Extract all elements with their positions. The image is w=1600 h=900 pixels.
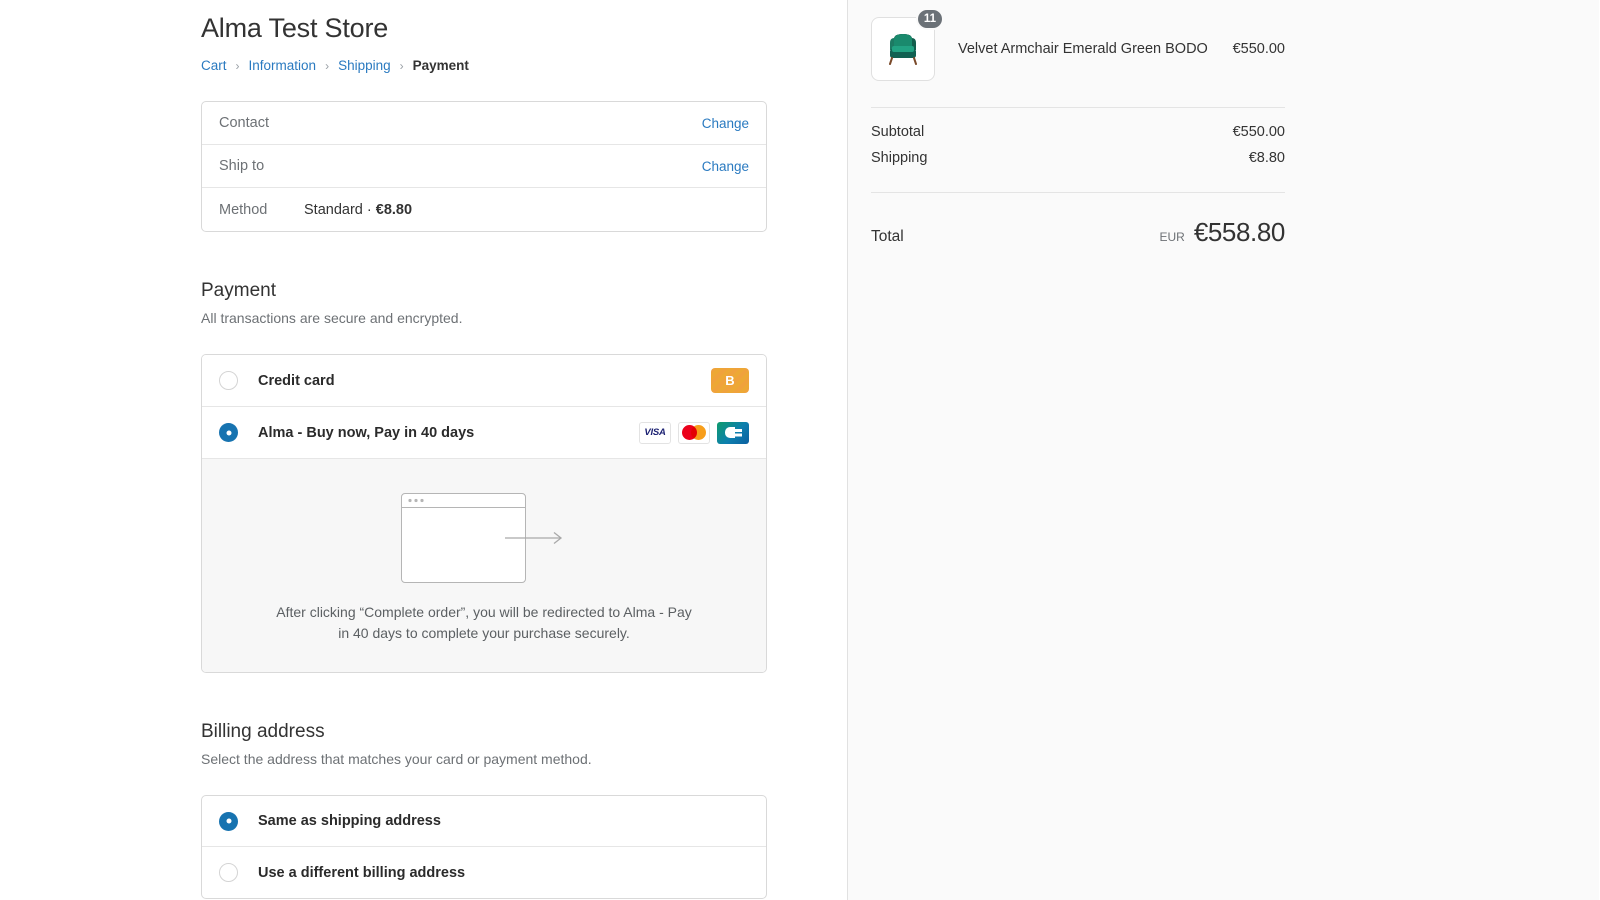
radio-same-as-shipping[interactable]	[219, 811, 238, 831]
summary-row-shipping: Shipping €8.80	[871, 150, 1285, 166]
summary-currency-code: EUR	[1159, 230, 1185, 244]
summary-total-amount: €558.80	[1193, 217, 1286, 247]
review-value-method: Standard · €8.80	[304, 202, 749, 218]
chevron-right-icon: ›	[235, 58, 240, 73]
order-review-card: Contact Change Ship to Change Method Sta…	[201, 101, 767, 232]
order-line-item: 11 Velvet Armchair Emerald Green BODO €5…	[871, 0, 1285, 81]
method-price: €8.80	[375, 201, 413, 218]
checkout-page: Alma Test Store Cart › Information › Shi…	[0, 0, 1600, 900]
billing-subtitle: Select the address that matches your car…	[201, 751, 592, 767]
method-name: Standard ·	[304, 201, 376, 218]
payment-subtitle: All transactions are secure and encrypte…	[201, 310, 463, 326]
visa-icon-label: VISA	[644, 427, 666, 438]
chevron-right-icon: ›	[399, 58, 404, 73]
browser-redirect-illustration-icon	[202, 490, 766, 586]
billing-option-label-different: Use a different billing address	[258, 864, 466, 881]
review-label-ship-to: Ship to	[219, 158, 265, 174]
review-label-method: Method	[219, 201, 268, 218]
radio-alma[interactable]	[219, 423, 238, 442]
quantity-badge: 11	[915, 8, 944, 30]
credit-card-brand-list: B	[711, 368, 749, 393]
breadcrumb: Cart › Information › Shipping › Payment	[201, 58, 767, 73]
radio-credit-card[interactable]	[219, 371, 238, 390]
summary-value-shipping: €8.80	[1248, 150, 1285, 166]
payment-section: Payment All transactions are secure and …	[201, 280, 767, 673]
review-row-contact: Contact Change	[202, 102, 766, 145]
summary-row-total: Total EUR €558.80	[871, 217, 1285, 248]
billing-option-label-same: Same as shipping address	[258, 813, 441, 829]
review-row-ship-to: Ship to Change	[202, 145, 766, 188]
payment-method-label-credit-card: Credit card	[258, 372, 335, 389]
radio-different-billing-address[interactable]	[219, 863, 238, 882]
summary-label-shipping: Shipping	[871, 150, 928, 166]
review-label-contact: Contact	[219, 115, 269, 131]
product-name: Velvet Armchair Emerald Green BODO	[958, 41, 1208, 57]
billing-heading: Billing address	[201, 721, 325, 742]
page-title: Alma Test Store	[201, 13, 389, 43]
chevron-right-icon: ›	[325, 58, 330, 73]
breadcrumb-item-payment: Payment	[412, 58, 469, 73]
mastercard-icon	[678, 421, 710, 444]
change-contact-link[interactable]: Change	[702, 116, 749, 131]
payment-method-alma[interactable]: Alma - Buy now, Pay in 40 days VISA	[202, 407, 766, 459]
checkout-main-column: Alma Test Store Cart › Information › Shi…	[0, 0, 848, 900]
billing-option-different-address[interactable]: Use a different billing address	[202, 847, 766, 898]
product-thumbnail-wrap: 11	[871, 8, 944, 81]
alma-brand-list: VISA	[639, 421, 749, 444]
billing-option-same-as-shipping[interactable]: Same as shipping address	[202, 796, 766, 847]
change-ship-to-link[interactable]: Change	[702, 159, 749, 174]
review-row-method: Method Standard · €8.80	[202, 188, 766, 231]
breadcrumb-item-cart[interactable]: Cart	[201, 58, 227, 73]
redirect-panel: After clicking “Complete order”, you wil…	[202, 459, 766, 672]
billing-options-card: Same as shipping address Use a different…	[201, 795, 767, 899]
breadcrumb-item-information[interactable]: Information	[249, 58, 317, 73]
product-price: €550.00	[1232, 41, 1285, 57]
cb-icon	[717, 421, 749, 444]
bogus-b-badge-icon: B	[711, 368, 749, 393]
summary-divider-bottom	[871, 192, 1285, 193]
redirect-notice-text: After clicking “Complete order”, you wil…	[276, 604, 692, 641]
visa-icon: VISA	[639, 421, 671, 444]
payment-method-credit-card[interactable]: Credit card B	[202, 355, 766, 407]
breadcrumb-item-shipping[interactable]: Shipping	[338, 58, 391, 73]
summary-divider-top	[871, 107, 1285, 108]
payment-method-label-alma: Alma - Buy now, Pay in 40 days	[258, 424, 475, 441]
summary-row-subtotal: Subtotal €550.00	[871, 124, 1285, 140]
payment-methods-card: Credit card B Alma - Buy now, Pay in 40 …	[201, 354, 767, 673]
order-summary-column: 11 Velvet Armchair Emerald Green BODO €5…	[848, 0, 1599, 900]
payment-heading: Payment	[201, 280, 276, 301]
summary-value-subtotal: €550.00	[1232, 124, 1285, 140]
summary-label-total: Total	[871, 228, 904, 245]
summary-label-subtotal: Subtotal	[871, 124, 925, 140]
billing-address-section: Billing address Select the address that …	[201, 721, 767, 899]
